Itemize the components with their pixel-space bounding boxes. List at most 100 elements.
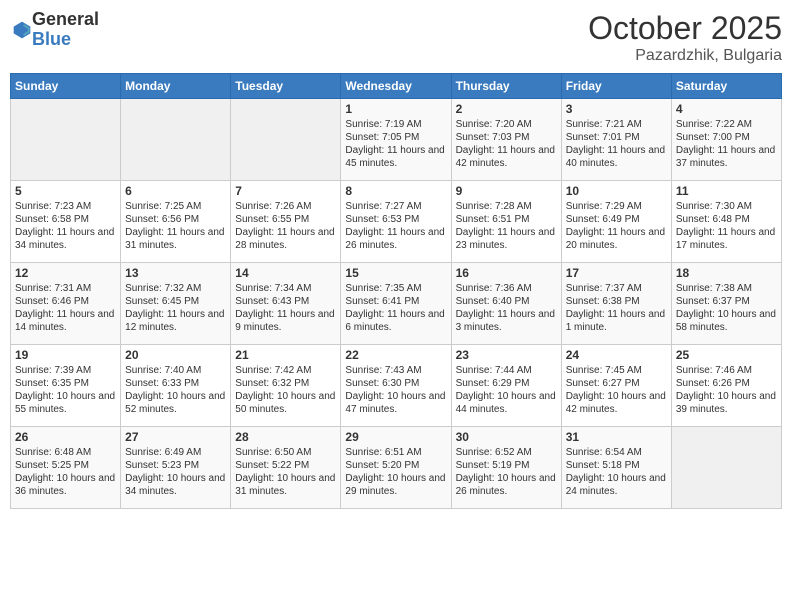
day-info: Sunrise: 6:49 AM Sunset: 5:23 PM Dayligh… (125, 446, 226, 498)
day-number: 21 (235, 348, 336, 362)
day-info: Sunrise: 6:48 AM Sunset: 5:25 PM Dayligh… (15, 446, 116, 498)
calendar-week-5: 26 Sunrise: 6:48 AM Sunset: 5:25 PM Dayli… (11, 427, 782, 509)
day-number: 17 (566, 266, 667, 280)
day-info: Sunrise: 6:50 AM Sunset: 5:22 PM Dayligh… (235, 446, 336, 498)
weekday-friday: Friday (561, 74, 671, 99)
day-info: Sunrise: 7:37 AM Sunset: 6:38 PM Dayligh… (566, 282, 667, 334)
day-info: Sunrise: 7:46 AM Sunset: 6:26 PM Dayligh… (676, 364, 777, 416)
day-number: 4 (676, 102, 777, 116)
day-info: Sunrise: 7:34 AM Sunset: 6:43 PM Dayligh… (235, 282, 336, 334)
day-number: 29 (345, 430, 446, 444)
weekday-monday: Monday (121, 74, 231, 99)
day-info: Sunrise: 7:21 AM Sunset: 7:01 PM Dayligh… (566, 118, 667, 170)
calendar-week-2: 5 Sunrise: 7:23 AM Sunset: 6:58 PM Daylig… (11, 181, 782, 263)
calendar-cell: 15Sunrise: 7:35 AM Sunset: 6:41 PM Dayli… (341, 263, 451, 345)
calendar-cell: 1 Sunrise: 7:19 AM Sunset: 7:05 PM Daylig… (341, 99, 451, 181)
day-info: Sunrise: 7:27 AM Sunset: 6:53 PM Dayligh… (345, 200, 446, 252)
page: General Blue October 2025 Pazardzhik, Bu… (0, 0, 792, 612)
day-number: 7 (235, 184, 336, 198)
day-info: Sunrise: 7:30 AM Sunset: 6:48 PM Dayligh… (676, 200, 777, 252)
calendar-cell: 11Sunrise: 7:30 AM Sunset: 6:48 PM Dayli… (671, 181, 781, 263)
calendar-cell: 31 Sunrise: 6:54 AM Sunset: 5:18 PM Dayli… (561, 427, 671, 509)
logo-blue: Blue (32, 30, 99, 50)
day-info: Sunrise: 7:22 AM Sunset: 7:00 PM Dayligh… (676, 118, 777, 170)
calendar-cell: 29Sunrise: 6:51 AM Sunset: 5:20 PM Dayli… (341, 427, 451, 509)
day-info: Sunrise: 7:44 AM Sunset: 6:29 PM Dayligh… (456, 364, 557, 416)
day-info: Sunrise: 7:36 AM Sunset: 6:40 PM Dayligh… (456, 282, 557, 334)
calendar-cell: 13Sunrise: 7:32 AM Sunset: 6:45 PM Dayli… (121, 263, 231, 345)
logo-icon (12, 20, 32, 40)
logo-text: General Blue (32, 10, 99, 50)
day-number: 31 (566, 430, 667, 444)
calendar-cell: 26 Sunrise: 6:48 AM Sunset: 5:25 PM Dayli… (11, 427, 121, 509)
day-number: 2 (456, 102, 557, 116)
calendar-cell: 28 Sunrise: 6:50 AM Sunset: 5:22 PM Dayli… (231, 427, 341, 509)
title-block: October 2025 Pazardzhik, Bulgaria (588, 10, 782, 65)
day-info: Sunrise: 7:38 AM Sunset: 6:37 PM Dayligh… (676, 282, 777, 334)
calendar-cell: 16 Sunrise: 7:36 AM Sunset: 6:40 PM Dayli… (451, 263, 561, 345)
calendar-cell: 6Sunrise: 7:25 AM Sunset: 6:56 PM Daylig… (121, 181, 231, 263)
calendar-cell: 14 Sunrise: 7:34 AM Sunset: 6:43 PM Dayli… (231, 263, 341, 345)
weekday-row: SundayMondayTuesdayWednesdayThursdayFrid… (11, 74, 782, 99)
calendar-cell: 12Sunrise: 7:31 AM Sunset: 6:46 PM Dayli… (11, 263, 121, 345)
calendar-cell: 18Sunrise: 7:38 AM Sunset: 6:37 PM Dayli… (671, 263, 781, 345)
calendar-cell: 3 Sunrise: 7:21 AM Sunset: 7:01 PM Daylig… (561, 99, 671, 181)
calendar-cell: 2 Sunrise: 7:20 AM Sunset: 7:03 PM Daylig… (451, 99, 561, 181)
day-info: Sunrise: 7:26 AM Sunset: 6:55 PM Dayligh… (235, 200, 336, 252)
day-number: 5 (15, 184, 116, 198)
day-number: 26 (15, 430, 116, 444)
day-info: Sunrise: 7:32 AM Sunset: 6:45 PM Dayligh… (125, 282, 226, 334)
logo-general: General (32, 10, 99, 30)
calendar-cell: 10 Sunrise: 7:29 AM Sunset: 6:49 PM Dayli… (561, 181, 671, 263)
calendar-cell: 4 Sunrise: 7:22 AM Sunset: 7:00 PM Daylig… (671, 99, 781, 181)
calendar-week-3: 12Sunrise: 7:31 AM Sunset: 6:46 PM Dayli… (11, 263, 782, 345)
day-info: Sunrise: 7:29 AM Sunset: 6:49 PM Dayligh… (566, 200, 667, 252)
calendar-cell: 5 Sunrise: 7:23 AM Sunset: 6:58 PM Daylig… (11, 181, 121, 263)
weekday-thursday: Thursday (451, 74, 561, 99)
day-number: 3 (566, 102, 667, 116)
day-number: 25 (676, 348, 777, 362)
day-number: 16 (456, 266, 557, 280)
day-info: Sunrise: 7:42 AM Sunset: 6:32 PM Dayligh… (235, 364, 336, 416)
calendar-cell (121, 99, 231, 181)
day-info: Sunrise: 7:31 AM Sunset: 6:46 PM Dayligh… (15, 282, 116, 334)
day-number: 14 (235, 266, 336, 280)
calendar-cell: 7 Sunrise: 7:26 AM Sunset: 6:55 PM Daylig… (231, 181, 341, 263)
day-info: Sunrise: 6:52 AM Sunset: 5:19 PM Dayligh… (456, 446, 557, 498)
day-info: Sunrise: 7:25 AM Sunset: 6:56 PM Dayligh… (125, 200, 226, 252)
calendar-cell: 27 Sunrise: 6:49 AM Sunset: 5:23 PM Dayli… (121, 427, 231, 509)
weekday-saturday: Saturday (671, 74, 781, 99)
day-number: 1 (345, 102, 446, 116)
day-info: Sunrise: 7:28 AM Sunset: 6:51 PM Dayligh… (456, 200, 557, 252)
day-number: 9 (456, 184, 557, 198)
day-info: Sunrise: 7:20 AM Sunset: 7:03 PM Dayligh… (456, 118, 557, 170)
day-number: 30 (456, 430, 557, 444)
calendar-week-4: 19Sunrise: 7:39 AM Sunset: 6:35 PM Dayli… (11, 345, 782, 427)
calendar-cell: 20 Sunrise: 7:40 AM Sunset: 6:33 PM Dayli… (121, 345, 231, 427)
calendar-cell: 9 Sunrise: 7:28 AM Sunset: 6:51 PM Daylig… (451, 181, 561, 263)
calendar-body: 1 Sunrise: 7:19 AM Sunset: 7:05 PM Daylig… (11, 99, 782, 509)
day-number: 27 (125, 430, 226, 444)
day-number: 10 (566, 184, 667, 198)
calendar-cell (231, 99, 341, 181)
day-number: 28 (235, 430, 336, 444)
weekday-sunday: Sunday (11, 74, 121, 99)
weekday-wednesday: Wednesday (341, 74, 451, 99)
calendar-cell (11, 99, 121, 181)
day-info: Sunrise: 6:54 AM Sunset: 5:18 PM Dayligh… (566, 446, 667, 498)
calendar-cell: 8Sunrise: 7:27 AM Sunset: 6:53 PM Daylig… (341, 181, 451, 263)
day-info: Sunrise: 7:23 AM Sunset: 6:58 PM Dayligh… (15, 200, 116, 252)
weekday-tuesday: Tuesday (231, 74, 341, 99)
day-number: 22 (345, 348, 446, 362)
day-number: 24 (566, 348, 667, 362)
day-info: Sunrise: 7:40 AM Sunset: 6:33 PM Dayligh… (125, 364, 226, 416)
calendar-cell: 17 Sunrise: 7:37 AM Sunset: 6:38 PM Dayli… (561, 263, 671, 345)
day-info: Sunrise: 7:39 AM Sunset: 6:35 PM Dayligh… (15, 364, 116, 416)
day-info: Sunrise: 7:35 AM Sunset: 6:41 PM Dayligh… (345, 282, 446, 334)
calendar-week-1: 1 Sunrise: 7:19 AM Sunset: 7:05 PM Daylig… (11, 99, 782, 181)
day-number: 23 (456, 348, 557, 362)
calendar-cell: 23 Sunrise: 7:44 AM Sunset: 6:29 PM Dayli… (451, 345, 561, 427)
calendar-cell: 25 Sunrise: 7:46 AM Sunset: 6:26 PM Dayli… (671, 345, 781, 427)
day-number: 20 (125, 348, 226, 362)
day-info: Sunrise: 7:19 AM Sunset: 7:05 PM Dayligh… (345, 118, 446, 170)
